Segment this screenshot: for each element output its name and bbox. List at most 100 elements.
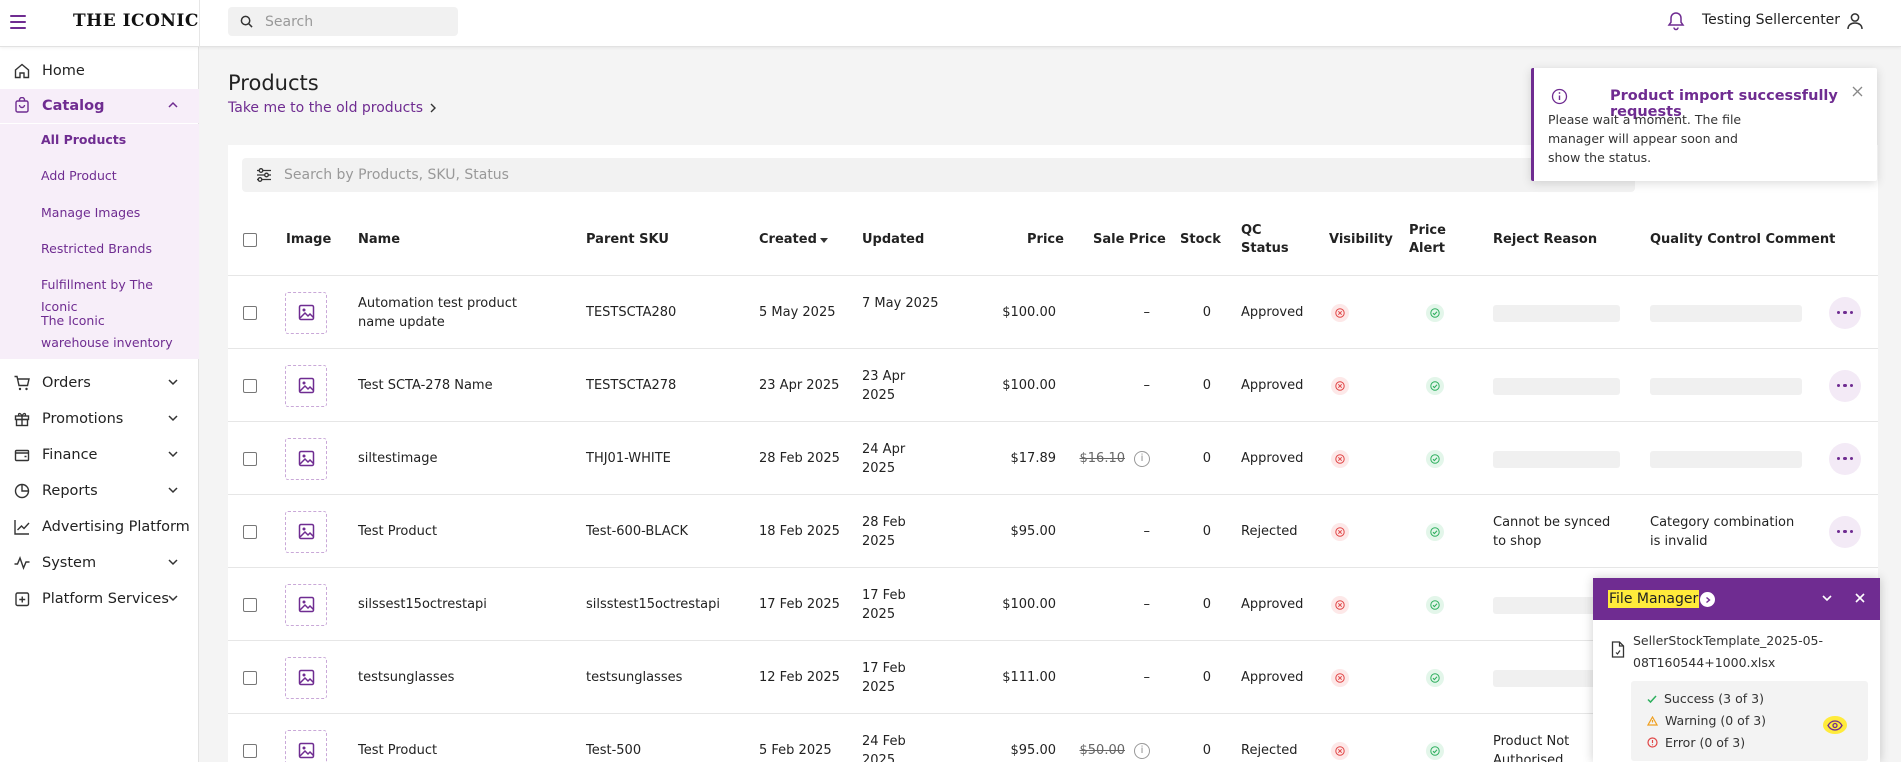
visibility-off-icon: [1331, 303, 1349, 322]
product-name[interactable]: testsunglasses: [358, 668, 548, 687]
qc-status: Rejected: [1241, 523, 1298, 539]
close-icon[interactable]: [1852, 86, 1863, 97]
info-icon[interactable]: i: [1134, 742, 1150, 759]
row-checkbox[interactable]: [243, 670, 257, 685]
product-filter-bar[interactable]: [242, 158, 1635, 192]
sidebar-item-advertising-platform[interactable]: Advertising Platform: [0, 510, 199, 544]
row-checkbox[interactable]: [243, 524, 257, 539]
chevron-down-icon: [168, 415, 178, 422]
product-image-placeholder[interactable]: [285, 656, 327, 699]
product-image-placeholder[interactable]: [285, 729, 327, 762]
cart-icon: [12, 373, 32, 393]
sidebar-item-label: Finance: [42, 447, 98, 463]
product-name[interactable]: Test SCTA-278 Name: [358, 376, 548, 395]
col-created[interactable]: Created: [759, 231, 817, 249]
home-icon: [12, 61, 32, 81]
updated-date: 17 Feb 2025: [862, 587, 906, 622]
file-name[interactable]: SellerStockTemplate_2025-05-08T160544+10…: [1633, 630, 1863, 674]
user-name[interactable]: Testing Sellercenter: [1702, 12, 1840, 28]
product-name[interactable]: Test Product: [358, 522, 548, 541]
sidebar-item-finance[interactable]: Finance: [0, 438, 199, 472]
info-icon: [1551, 88, 1568, 105]
product-image-placeholder[interactable]: [285, 364, 327, 407]
row-checkbox[interactable]: [243, 305, 257, 320]
price: $100.00: [1002, 304, 1056, 320]
product-name[interactable]: silssest15octrestapi: [358, 595, 548, 614]
price-alert-ok-icon: [1426, 303, 1444, 322]
sidebar-item-orders[interactable]: Orders: [0, 366, 199, 400]
visibility-off-icon: [1331, 376, 1349, 395]
user-icon[interactable]: [1845, 11, 1865, 31]
row-divider: [228, 567, 1878, 568]
sidebar: Home Catalog All Products Add Product Ma…: [0, 47, 199, 762]
row-actions-button[interactable]: [1829, 515, 1861, 548]
sidebar-subitem-warehouse-inventory[interactable]: The Iconic warehouse inventory: [41, 310, 176, 354]
menu-icon[interactable]: [10, 12, 30, 32]
qc-comment-skeleton: [1650, 450, 1802, 468]
sidebar-item-label: Reports: [42, 483, 98, 499]
product-image-placeholder[interactable]: [285, 510, 327, 553]
close-icon[interactable]: [1853, 591, 1867, 605]
sidebar-item-catalog[interactable]: Catalog: [0, 89, 199, 123]
row-actions-button[interactable]: [1829, 296, 1861, 329]
row-checkbox[interactable]: [243, 451, 257, 466]
status-success-label: Success (3 of 3): [1664, 691, 1764, 706]
sort-desc-icon[interactable]: [820, 238, 828, 244]
info-icon[interactable]: i: [1134, 450, 1150, 467]
product-image-placeholder[interactable]: [285, 291, 327, 334]
row-actions-button[interactable]: [1829, 369, 1861, 402]
product-search-input[interactable]: [284, 167, 1584, 183]
image-icon: [298, 450, 314, 467]
price: $95.00: [1010, 742, 1057, 758]
col-sale-price[interactable]: Sale Price: [1093, 231, 1166, 249]
sidebar-item-home[interactable]: Home: [0, 54, 199, 88]
price-alert-ok-icon: [1426, 522, 1444, 541]
toast-message: Please wait a moment. The file manager w…: [1548, 112, 1742, 165]
global-search[interactable]: [228, 7, 458, 36]
view-eye-icon[interactable]: [1823, 716, 1847, 734]
chevron-down-icon[interactable]: [1820, 591, 1834, 605]
top-bar: THE ICONIC Testing Sellercenter: [0, 0, 1901, 47]
sidebar-subitem-manage-images[interactable]: Manage Images: [41, 202, 191, 224]
search-input[interactable]: [265, 13, 445, 30]
row-checkbox[interactable]: [243, 743, 257, 758]
divider: [199, 0, 200, 47]
old-products-link[interactable]: Take me to the old products: [228, 100, 437, 116]
col-parent-sku[interactable]: Parent SKU: [586, 231, 669, 249]
help-icon[interactable]: [1700, 592, 1715, 607]
product-image-placeholder[interactable]: [285, 437, 327, 480]
row-actions-button[interactable]: [1829, 442, 1861, 475]
product-name[interactable]: Automation test product name update: [358, 294, 548, 332]
product-name[interactable]: Test Product: [358, 741, 548, 760]
trend-icon: [12, 517, 32, 537]
sidebar-item-promotions[interactable]: Promotions: [0, 402, 199, 436]
col-name[interactable]: Name: [358, 231, 400, 249]
sidebar-subitem-restricted-brands[interactable]: Restricted Brands: [41, 238, 191, 260]
col-stock[interactable]: Stock: [1180, 231, 1221, 249]
product-name[interactable]: siltestimage: [358, 449, 548, 468]
chevron-down-icon: [168, 559, 178, 566]
select-all-checkbox[interactable]: [243, 233, 257, 247]
sidebar-item-system[interactable]: System: [0, 546, 199, 580]
col-updated[interactable]: Updated: [862, 231, 924, 249]
sidebar-item-label: Advertising Platform: [42, 519, 190, 535]
sidebar-item-platform-services[interactable]: Platform Services: [0, 582, 199, 616]
brand-logo[interactable]: THE ICONIC: [73, 11, 199, 31]
sidebar-subitem-add-product[interactable]: Add Product: [41, 165, 191, 187]
status-error-label: Error (0 of 3): [1665, 735, 1746, 750]
reject-reason-skeleton: [1493, 450, 1620, 468]
error-icon: [1647, 737, 1658, 748]
row-checkbox[interactable]: [243, 597, 257, 612]
sidebar-subitem-all-products[interactable]: All Products: [41, 129, 191, 151]
sidebar-item-reports[interactable]: Reports: [0, 474, 199, 508]
bell-icon[interactable]: [1667, 11, 1685, 31]
chevron-down-icon: [168, 487, 178, 494]
col-qc-comment: Quality Control Comment: [1650, 232, 1836, 247]
filter-sliders-icon[interactable]: [256, 168, 272, 182]
col-price[interactable]: Price: [1027, 231, 1064, 249]
chevron-right-icon: [430, 103, 437, 113]
sidebar-item-label: Orders: [42, 375, 91, 391]
qc-comment-skeleton: [1650, 304, 1802, 322]
row-checkbox[interactable]: [243, 378, 257, 393]
product-image-placeholder[interactable]: [285, 583, 327, 626]
